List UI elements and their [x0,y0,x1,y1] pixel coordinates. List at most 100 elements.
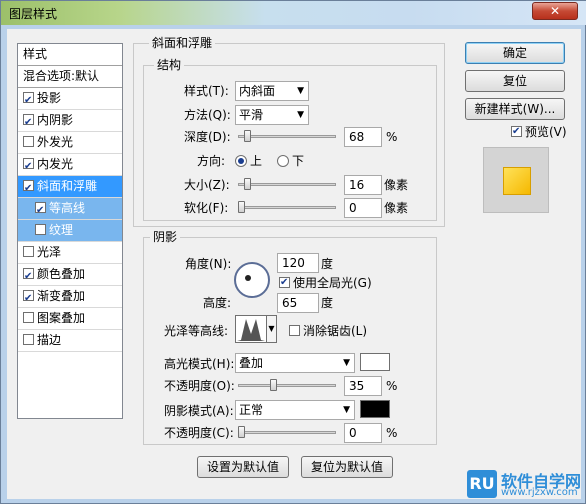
angle-input[interactable]: 120 [277,253,319,273]
checkbox-icon[interactable] [23,246,34,257]
size-slider-thumb[interactable] [244,178,251,190]
close-button[interactable]: ✕ [532,2,578,20]
style-list-item[interactable]: 描边 [18,330,122,352]
style-list-item-label: 内发光 [37,157,74,171]
checkbox-icon[interactable] [23,312,34,323]
style-list-item[interactable]: 纹理 [18,220,122,242]
style-list-item[interactable]: 图案叠加 [18,308,122,330]
style-list-item-label: 纹理 [49,223,74,237]
altitude-input[interactable]: 65 [277,293,319,313]
size-slider-track[interactable] [238,183,336,186]
angle-dial[interactable] [234,262,270,298]
depth-slider-track[interactable] [238,135,336,138]
chevron-down-icon: ▼ [297,110,304,120]
layer-style-dialog: 图层样式 ✕ 样式 混合选项:默认 投影内阴影外发光内发光斜面和浮雕等高线纹理光… [0,0,586,504]
shadow-opacity-unit: % [386,426,398,440]
style-list-item[interactable]: 外发光 [18,132,122,154]
antialias-checkbox[interactable]: 消除锯齿(L) [289,323,367,339]
style-list-item-label: 图案叠加 [37,311,86,325]
technique-label: 方法(Q): [184,108,231,122]
direction-down-label[interactable]: 下 [292,153,304,169]
preview-checkbox[interactable]: 预览(V) [511,124,567,140]
shadow-mode-value: 正常 [239,403,264,417]
style-preview [483,147,549,213]
checkbox-icon[interactable] [23,178,34,199]
soften-label: 软化(F): [184,201,229,215]
size-label: 大小(Z): [184,178,230,192]
highlight-mode-label: 高光模式(H): [164,357,235,371]
angle-label: 角度(N): [185,257,232,271]
styles-list: 样式 混合选项:默认 投影内阴影外发光内发光斜面和浮雕等高线纹理光泽颜色叠加渐变… [17,43,123,419]
preview-swatch [504,168,530,194]
size-unit: 像素 [384,178,409,192]
highlight-opacity-slider-thumb[interactable] [270,379,277,391]
altitude-unit: 度 [321,296,334,310]
title-bar[interactable]: 图层样式 ✕ [1,1,586,25]
highlight-color-swatch[interactable] [360,353,390,371]
style-label: 样式(T): [184,84,229,98]
ok-button[interactable]: 确定 [465,42,565,64]
style-list-item[interactable]: 光泽 [18,242,122,264]
style-list-item-label: 等高线 [49,201,86,215]
style-list-item[interactable]: 内发光 [18,154,122,177]
size-input[interactable]: 16 [344,175,382,195]
highlight-opacity-slider-track[interactable] [238,384,336,387]
structure-title: 结构 [154,58,185,72]
direction-down-radio[interactable] [277,155,289,167]
reset-button[interactable]: 复位 [465,70,565,92]
checkbox-icon[interactable] [23,136,34,147]
shadow-opacity-slider-track[interactable] [238,431,336,434]
chevron-down-icon: ▼ [343,405,350,415]
checkbox-icon[interactable] [35,200,46,221]
style-list-item[interactable]: 斜面和浮雕 [18,176,122,199]
shading-title: 阴影 [150,230,181,244]
checkbox-icon[interactable] [23,334,34,345]
style-list-item[interactable]: 投影 [18,88,122,111]
checkbox-icon[interactable] [279,275,290,291]
style-list-item[interactable]: 等高线 [18,198,122,221]
direction-up-radio[interactable] [235,155,247,167]
highlight-opacity-input[interactable]: 35 [344,376,382,396]
shadow-opacity-slider-thumb[interactable] [238,426,245,438]
soften-slider-thumb[interactable] [238,201,245,213]
depth-slider-thumb[interactable] [244,130,251,142]
highlight-opacity-label: 不透明度(O): [164,379,235,393]
make-default-button[interactable]: 设置为默认值 [197,456,289,478]
reset-to-default-button[interactable]: 复位为默认值 [301,456,393,478]
new-style-button[interactable]: 新建样式(W)... [465,98,565,120]
checkbox-icon[interactable] [23,288,34,309]
checkbox-icon[interactable] [23,90,34,111]
altitude-label: 高度: [203,296,232,310]
contour-dropdown-arrow[interactable]: ▼ [267,315,277,343]
gloss-contour-picker[interactable] [235,315,267,343]
watermark-url: www.rjzxw.com [501,487,578,498]
technique-dropdown[interactable]: 平滑 ▼ [235,105,309,125]
blending-options-item[interactable]: 混合选项:默认 [18,66,122,88]
soften-slider-track[interactable] [238,206,336,209]
dialog-body: 样式 混合选项:默认 投影内阴影外发光内发光斜面和浮雕等高线纹理光泽颜色叠加渐变… [7,29,581,499]
depth-input[interactable]: 68 [344,127,382,147]
style-dropdown[interactable]: 内斜面 ▼ [235,81,309,101]
style-dropdown-value: 内斜面 [239,84,276,98]
style-list-item-label: 渐变叠加 [37,289,86,303]
checkbox-icon[interactable] [35,224,46,235]
window-title: 图层样式 [9,7,58,21]
bevel-emboss-title: 斜面和浮雕 [149,36,216,50]
style-list-item[interactable]: 颜色叠加 [18,264,122,287]
checkbox-icon[interactable] [23,112,34,133]
chevron-down-icon: ▼ [343,358,350,368]
checkbox-icon[interactable] [23,266,34,287]
soften-input[interactable]: 0 [344,198,382,218]
global-light-checkbox[interactable]: 使用全局光(G) [279,275,372,291]
checkbox-icon[interactable] [289,325,300,336]
highlight-mode-dropdown[interactable]: 叠加 ▼ [235,353,355,373]
checkbox-icon[interactable] [23,156,34,177]
shadow-mode-dropdown[interactable]: 正常 ▼ [235,400,355,420]
direction-up-label[interactable]: 上 [250,153,262,169]
styles-list-header[interactable]: 样式 [18,44,122,66]
checkbox-icon[interactable] [511,124,522,140]
shadow-color-swatch[interactable] [360,400,390,418]
style-list-item[interactable]: 渐变叠加 [18,286,122,309]
style-list-item[interactable]: 内阴影 [18,110,122,133]
shadow-opacity-input[interactable]: 0 [344,423,382,443]
